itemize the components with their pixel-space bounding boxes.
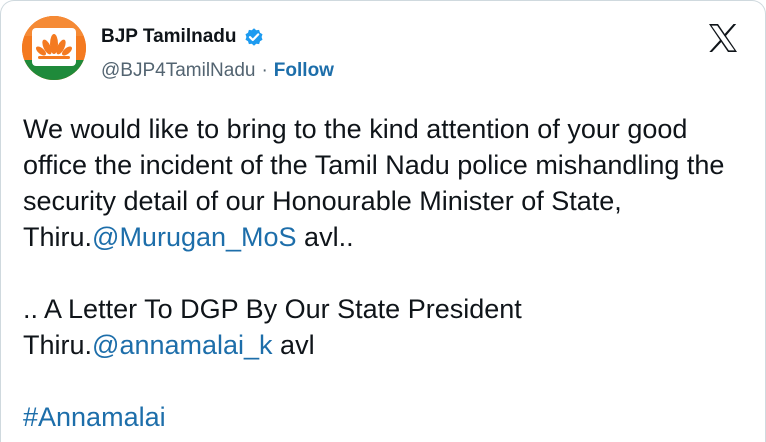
tweet-paragraph-1: We would like to bring to the kind atten… bbox=[23, 111, 743, 255]
follow-button[interactable]: Follow bbox=[274, 59, 334, 83]
verified-badge-icon bbox=[243, 26, 265, 48]
separator-dot: · bbox=[261, 60, 268, 81]
tweet-text-segment: avl.. bbox=[296, 222, 354, 252]
tweet-card: BJP Tamilnadu @BJP4TamilNadu · Follow We… bbox=[0, 0, 766, 442]
mention-link-annamalai[interactable]: @annamalai_k bbox=[92, 330, 273, 360]
name-row: BJP Tamilnadu bbox=[101, 25, 265, 49]
tweet-text-segment: avl bbox=[272, 330, 315, 360]
handle-row: @BJP4TamilNadu · Follow bbox=[101, 59, 334, 83]
display-name[interactable]: BJP Tamilnadu bbox=[101, 25, 237, 49]
tweet-text: We would like to bring to the kind atten… bbox=[23, 111, 743, 435]
mention-link-murugan[interactable]: @Murugan_MoS bbox=[92, 222, 297, 252]
handle[interactable]: @BJP4TamilNadu bbox=[101, 59, 255, 83]
bjp-lotus-logo-icon bbox=[22, 16, 86, 80]
x-logo-icon[interactable] bbox=[707, 23, 739, 53]
tweet-paragraph-3: #Annamalai bbox=[23, 399, 743, 435]
tweet-paragraph-2: .. A Letter To DGP By Our State Presiden… bbox=[23, 291, 743, 363]
avatar[interactable] bbox=[22, 16, 86, 80]
hashtag-link[interactable]: #Annamalai bbox=[23, 402, 166, 432]
